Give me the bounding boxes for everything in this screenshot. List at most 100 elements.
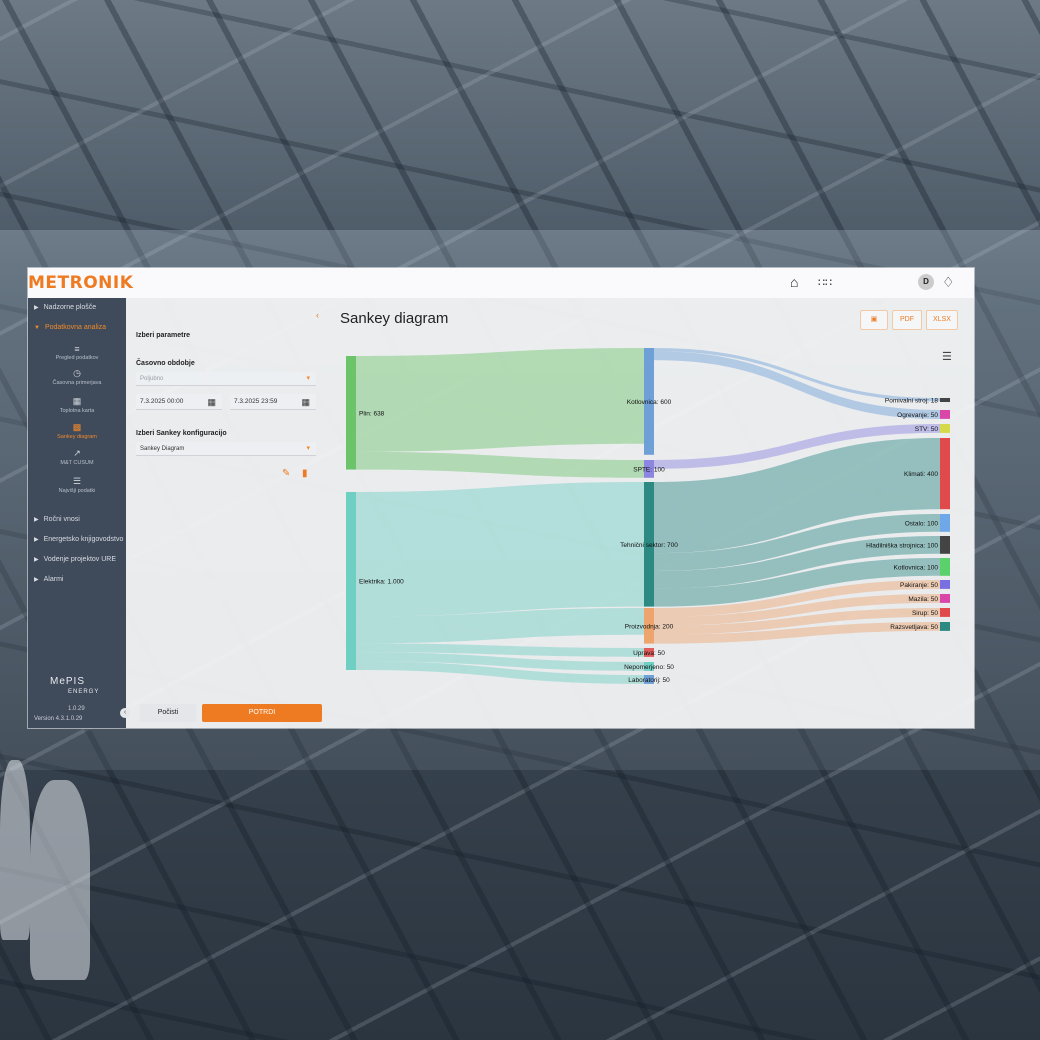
sidebar-subitem-mt-cusum[interactable]: ↗ M&T CUSUM <box>28 448 126 466</box>
app-window: METRONIK ⌂ ∷∷ D ♢ ▶ Nadzorne plošče ▼ Poda… <box>28 268 974 728</box>
sankey-node-hladilniska[interactable] <box>940 536 950 554</box>
sankey-label-hladilniska: Hladilniška strojnica: 100 <box>866 542 938 549</box>
sidebar-subitem-pregled-podatkov[interactable]: ≡ Pregled podatkov <box>28 344 126 361</box>
sidebar-item-nadzorne-plosce[interactable]: ▶ Nadzorne plošče <box>34 304 96 311</box>
sankey-node-plin[interactable] <box>346 356 356 470</box>
sankey-chart: Plin: 638 Elektrika: 1.000 Kotlovnica: 600… <box>346 348 950 684</box>
sankey-label-plin: Plin: 638 <box>359 410 385 417</box>
sankey-node-ostalo[interactable] <box>940 514 950 532</box>
sidebar-item-label: Alarmi <box>43 576 64 583</box>
sidebar-item-vodenje-projektov-ure[interactable]: ▶ Vodenje projektov URE <box>34 556 116 563</box>
sidebar-subitem-casovna-primerjava[interactable]: ◷ Časovna primerjava <box>28 368 126 386</box>
date-from-field[interactable]: 7.3.2025 00:00 ▦ <box>136 394 222 410</box>
version-number: 1.0.29 <box>68 706 85 712</box>
config-select[interactable]: Sankey Diagram ▾ <box>136 442 316 456</box>
sankey-link-elektrika-tehnicni[interactable] <box>356 482 644 617</box>
sidebar-subitem-sankey-diagram[interactable]: ▩ Sankey diagram <box>28 422 126 440</box>
sankey-node-klimati[interactable] <box>940 438 950 510</box>
energy-logo: ENERGY <box>68 689 100 695</box>
sankey-node-kotlovnica2[interactable] <box>940 558 950 576</box>
calendar-icon[interactable]: ▦ <box>301 394 310 410</box>
period-label: Časovno obdobje <box>136 360 195 367</box>
page-title: Sankey diagram <box>340 310 449 327</box>
top-bar: METRONIK ⌂ ∷∷ D ♢ <box>28 268 974 298</box>
clock-icon: ◷ <box>73 368 81 378</box>
version-full: Version 4.3.1.0.29 <box>34 716 83 722</box>
pdf-button[interactable]: PDF <box>892 310 922 330</box>
chevron-down-icon: ▾ <box>306 445 310 452</box>
params-heading: Izberi parametre <box>136 332 191 339</box>
sankey-label-mazila: Mazila: 50 <box>908 596 938 603</box>
sidebar-item-label: Energetsko knjigovodstvo <box>43 536 124 543</box>
period-select-value: Poljubno <box>140 376 164 382</box>
sidebar-item-energetsko-knjigovodstvo[interactable]: ▶ Energetsko knjigovodstvo <box>34 536 123 543</box>
date-to-field[interactable]: 7.3.2025 23:59 ▦ <box>230 394 316 410</box>
sankey-label-pomivalni: Pomivalni stroj: 18 <box>885 398 938 405</box>
edit-icon[interactable]: ✎ <box>282 468 290 479</box>
subitem-label: Sankey diagram <box>57 434 97 440</box>
heatmap-icon: ▦ <box>72 396 82 406</box>
sankey-label-pakiranje: Pakiranje: 50 <box>900 582 938 589</box>
subitem-label: M&T CUSUM <box>60 460 94 466</box>
collapse-chevron-icon[interactable]: ‹ <box>316 310 319 320</box>
sankey-label-proizvodnja: Proizvodnja: 200 <box>625 623 674 630</box>
save-icon: ▣ <box>870 316 878 323</box>
chevron-down-icon: ▼ <box>34 325 40 331</box>
trend-icon: ↗ <box>73 448 81 458</box>
sankey-label-kotlovnica2: Kotlovnica: 100 <box>894 564 939 571</box>
date-from-value: 7.3.2025 00:00 <box>140 398 184 405</box>
sankey-label-klimati: Klimati: 400 <box>904 471 938 478</box>
chevron-right-icon: ▶ <box>34 577 39 583</box>
sidebar-collapse-icon[interactable]: ‹ <box>120 708 130 718</box>
clear-button[interactable]: Počisti <box>140 704 196 722</box>
sankey-link-plin-spte[interactable] <box>356 451 644 478</box>
sankey-link-plin-kotlovnica[interactable] <box>356 348 644 452</box>
xlsx-button[interactable]: XLSX <box>926 310 958 330</box>
sidebar-item-podatkovna-analiza[interactable]: ▼ Podatkovna analiza <box>34 324 106 331</box>
grid-icon[interactable]: ∷∷ <box>818 276 832 289</box>
sidebar-item-label: Ročni vnosi <box>43 516 80 523</box>
sidebar-item-label: Nadzorne plošče <box>43 304 97 311</box>
period-select[interactable]: Poljubno ▾ <box>136 372 316 386</box>
sankey-link-kotlovnica-ogrevanje[interactable] <box>654 351 940 419</box>
background-worker <box>0 760 30 940</box>
mepis-logo: MePIS <box>50 676 86 687</box>
confirm-button[interactable]: POTRDI <box>202 704 322 722</box>
sidebar-subitem-najvisji-podatki[interactable]: ☰ Najvišji podatki <box>28 476 126 494</box>
list-icon: ≡ <box>74 344 80 354</box>
sidebar-item-alarmi[interactable]: ▶ Alarmi <box>34 576 63 583</box>
sankey-node-sirup[interactable] <box>940 608 950 617</box>
calendar-icon[interactable]: ▦ <box>207 394 216 410</box>
delete-icon[interactable]: ▮ <box>302 468 308 479</box>
config-select-value: Sankey Diagram <box>140 446 185 452</box>
chevron-right-icon: ▶ <box>34 537 39 543</box>
metronik-logo: METRONIK <box>28 273 134 293</box>
date-to-value: 7.3.2025 23:59 <box>234 398 278 405</box>
sidebar-subitem-toplotna-karta[interactable]: ▦ Toplotna karta <box>28 396 126 414</box>
chevron-right-icon: ▶ <box>34 557 39 563</box>
sidebar-item-label: Vodenje projektov URE <box>43 556 117 563</box>
sidebar-item-rocni-vnosi[interactable]: ▶ Ročni vnosi <box>34 516 80 523</box>
main-content: Sankey diagram ▣ PDF XLSX ☰ Plin: 638 Ele… <box>334 298 974 728</box>
sankey-node-pakiranje[interactable] <box>940 580 950 589</box>
avatar[interactable]: D <box>918 274 934 290</box>
sankey-node-stv[interactable] <box>940 424 950 433</box>
sidebar: ▶ Nadzorne plošče ▼ Podatkovna analiza ≡ Pr… <box>28 298 126 728</box>
parameters-panel: ‹ Izberi parametre Časovno obdobje Polju… <box>120 298 326 728</box>
sankey-node-ogrevanje[interactable] <box>940 410 950 419</box>
sankey-node-razsvetljava[interactable] <box>940 622 950 631</box>
sankey-label-razsvetljava: Razsvetljava: 50 <box>890 624 938 631</box>
home-icon[interactable]: ⌂ <box>790 274 798 290</box>
save-button[interactable]: ▣ <box>860 310 888 330</box>
subitem-label: Časovna primerjava <box>52 380 102 386</box>
sankey-label-stv: STV: 50 <box>915 426 939 433</box>
sankey-node-elektrika[interactable] <box>346 492 356 670</box>
sankey-node-mazila[interactable] <box>940 594 950 603</box>
subitem-label: Najvišji podatki <box>58 488 96 494</box>
sankey-node-pomivalni[interactable] <box>940 398 950 402</box>
chevron-right-icon: ▶ <box>34 305 39 311</box>
chevron-right-icon: ▶ <box>34 517 39 523</box>
bell-icon[interactable]: ♢ <box>942 274 955 291</box>
sankey-label-ostalo: Ostalo: 100 <box>905 520 939 527</box>
sankey-label-tehnicni: Tehnični sektor: 700 <box>620 542 678 549</box>
